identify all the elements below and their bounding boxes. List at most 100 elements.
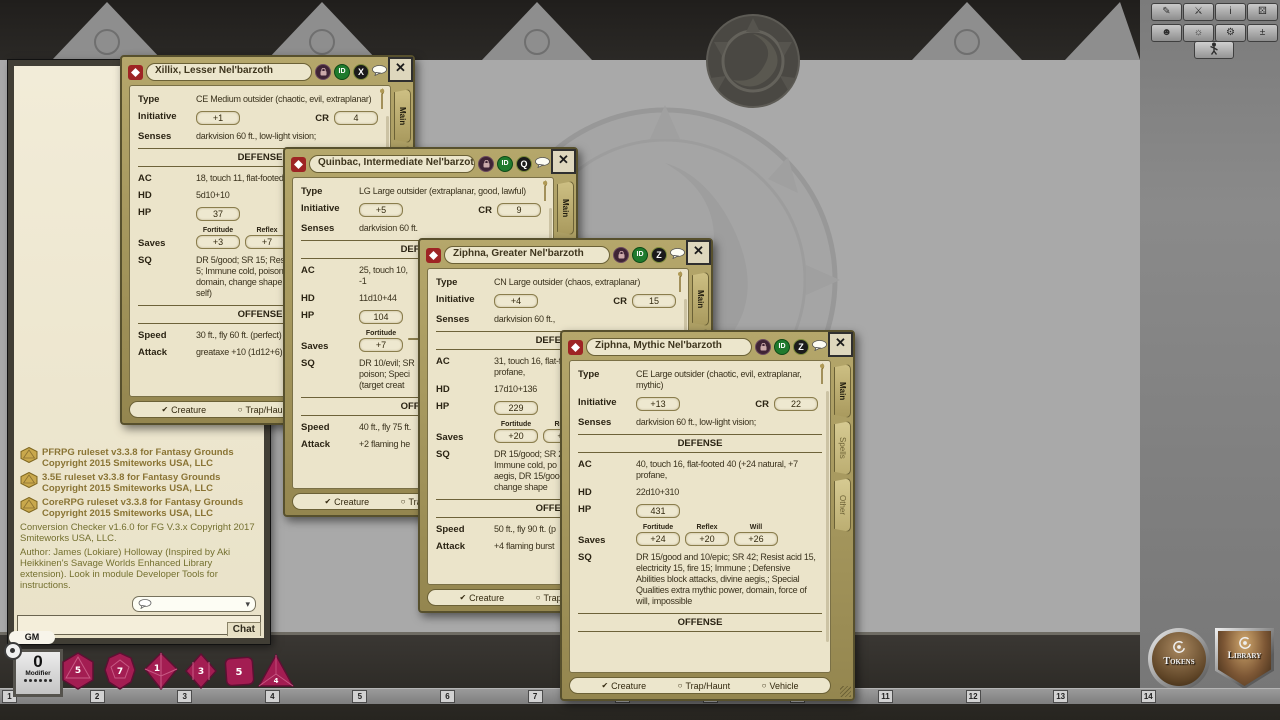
initiative-value[interactable]: +4 [494, 294, 538, 308]
id-badge[interactable]: ID [334, 64, 350, 80]
id-badge[interactable]: ID [774, 339, 790, 355]
type-value[interactable]: CE Medium outsider (chaotic, evil, extra… [196, 94, 382, 105]
close-icon[interactable]: ✕ [686, 240, 711, 265]
tab-main[interactable]: Main [834, 364, 851, 418]
sidebar-item-library[interactable]: Library [1215, 628, 1274, 689]
sidebar-item-tokens[interactable]: Tokens [1148, 628, 1210, 690]
npc-sheet-window[interactable]: ✕ Ziphna, Mythic Nel'barzoth ID Z Main S… [560, 330, 855, 701]
id-badge[interactable]: ID [632, 247, 648, 263]
d12-die[interactable]: 7 [105, 653, 135, 689]
trap-haunt-radio[interactable]: ○Trap/Haunt [678, 681, 731, 691]
ac-value[interactable]: 40, touch 16, flat-footed 40 (+24 natura… [636, 459, 822, 481]
npc-name-field[interactable]: Ziphna, Greater Nel'barzoth [444, 246, 610, 264]
initiative-value[interactable]: +5 [359, 203, 403, 217]
resize-grip[interactable] [840, 686, 851, 697]
options-gear-button[interactable]: ⚙ [1215, 24, 1246, 42]
d4-die[interactable]: 4 [259, 655, 293, 686]
center-medallion-icon [700, 12, 806, 110]
chat-mode-dropdown[interactable]: ▾ [132, 596, 256, 612]
creature-radio[interactable]: ✔Creature [601, 681, 646, 691]
fortitude-save[interactable]: +3 [196, 235, 240, 249]
chat-bubble-icon[interactable] [372, 63, 387, 81]
npc-name-field[interactable]: Quinbac, Intermediate Nel'barzoth [309, 155, 475, 173]
token-letter-badge[interactable]: Z [793, 339, 809, 355]
lock-icon[interactable] [613, 247, 629, 263]
id-badge[interactable]: ID [497, 156, 513, 172]
lock-icon[interactable] [315, 64, 331, 80]
cr-value[interactable]: 22 [774, 397, 818, 411]
token-letter-badge[interactable]: Q [516, 156, 532, 172]
creature-radio[interactable]: ✔Creature [324, 497, 369, 507]
token-letter-badge[interactable]: X [353, 64, 369, 80]
pointer-mode-button[interactable] [1194, 41, 1234, 59]
type-value[interactable]: CE Large outsider (chaotic, evil, extrap… [636, 369, 822, 391]
tab-main[interactable]: Main [692, 272, 709, 326]
tab-main[interactable]: Main [557, 181, 574, 235]
day-night-button[interactable]: ☼ [1183, 24, 1214, 42]
module-info-button[interactable]: i [1215, 3, 1246, 21]
scrollbar[interactable] [826, 391, 829, 642]
window-titlebar: Xillix, Lesser Nel'barzoth ID X [128, 61, 387, 83]
creature-radio[interactable]: ✔Creature [161, 405, 206, 415]
senses-value[interactable]: darkvision 60 ft., low-light vision; [636, 417, 822, 428]
hp-value[interactable]: 37 [196, 207, 240, 221]
scroll-decor-icon [675, 271, 685, 295]
lock-icon[interactable] [478, 156, 494, 172]
token-letter-badge[interactable]: Z [651, 247, 667, 263]
sq-value[interactable]: DR 15/good and 10/epic; SR 42; Resist ac… [636, 552, 822, 607]
tab-spells[interactable]: Spells [834, 421, 851, 475]
fortitude-save[interactable]: +24 [636, 532, 680, 546]
fortitude-save[interactable]: +7 [359, 338, 403, 352]
npc-name-field[interactable]: Ziphna, Mythic Nel'barzoth [586, 338, 752, 356]
vehicle-radio[interactable]: ○Vehicle [762, 681, 799, 691]
fg-logo-icon [568, 340, 583, 355]
stat-row-senses: Senses darkvision 60 ft., low-light visi… [138, 131, 382, 142]
lock-icon[interactable] [755, 339, 771, 355]
hp-value[interactable]: 229 [494, 401, 538, 415]
creature-radio[interactable]: ✔Creature [459, 593, 504, 603]
senses-value[interactable]: darkvision 60 ft. [359, 223, 545, 234]
chat-bubble-icon[interactable] [670, 246, 685, 264]
hp-value[interactable]: 431 [636, 504, 680, 518]
top-border-spikes [0, 0, 1140, 60]
senses-value[interactable]: darkvision 60 ft., [494, 314, 680, 325]
will-save[interactable]: +26 [734, 532, 778, 546]
window-titlebar: Ziphna, Mythic Nel'barzoth ID Z [568, 336, 827, 358]
plus-minus-button[interactable]: ± [1247, 24, 1278, 42]
d6-die[interactable]: 5 [225, 657, 254, 686]
d8-die[interactable]: 3 [186, 654, 216, 688]
modifier-badge-icon[interactable] [4, 642, 22, 660]
cr-value[interactable]: 15 [632, 294, 676, 308]
cr-value[interactable]: 4 [334, 111, 378, 125]
hd-value[interactable]: 22d10+310 [636, 487, 822, 498]
tab-main[interactable]: Main [394, 89, 411, 143]
npc-name-field[interactable]: Xillix, Lesser Nel'barzoth [146, 63, 312, 81]
initiative-value[interactable]: +1 [196, 111, 240, 125]
chat-tab-label[interactable]: Chat [227, 622, 261, 636]
edit-pointer-button[interactable]: ✎ [1151, 3, 1182, 21]
cr-value[interactable]: 9 [497, 203, 541, 217]
type-value[interactable]: CN Large outsider (chaos, extraplanar) [494, 277, 680, 288]
type-value[interactable]: LG Large outsider (extraplanar, good, la… [359, 186, 545, 197]
chat-note: Conversion Checker v1.6.0 for FG V.3.x C… [20, 522, 258, 544]
chat-bubble-icon[interactable] [535, 155, 550, 173]
reflex-save[interactable]: +20 [685, 532, 729, 546]
chat-bubble-icon[interactable] [812, 338, 827, 356]
d20-die[interactable]: 5 [63, 653, 93, 689]
ruler-number: 6 [440, 690, 455, 703]
senses-value[interactable]: darkvision 60 ft., low-light vision; [196, 131, 382, 142]
close-icon[interactable]: ✕ [388, 57, 413, 82]
mask-button[interactable]: ☻ [1151, 24, 1182, 42]
close-icon[interactable]: ✕ [551, 149, 576, 174]
fortitude-save[interactable]: +20 [494, 429, 538, 443]
chat-input[interactable] [17, 615, 261, 635]
notes-stack-button[interactable]: ⚄ [1247, 3, 1278, 21]
initiative-value[interactable]: +13 [636, 397, 680, 411]
d10-die[interactable]: 1 [145, 653, 177, 689]
tab-other[interactable]: Other [834, 478, 851, 532]
combat-tools-button[interactable]: ⚔ [1183, 3, 1214, 21]
close-icon[interactable]: ✕ [828, 332, 853, 357]
svg-text:1: 1 [154, 664, 160, 674]
scroll-decor-icon [377, 88, 387, 112]
hp-value[interactable]: 104 [359, 310, 403, 324]
